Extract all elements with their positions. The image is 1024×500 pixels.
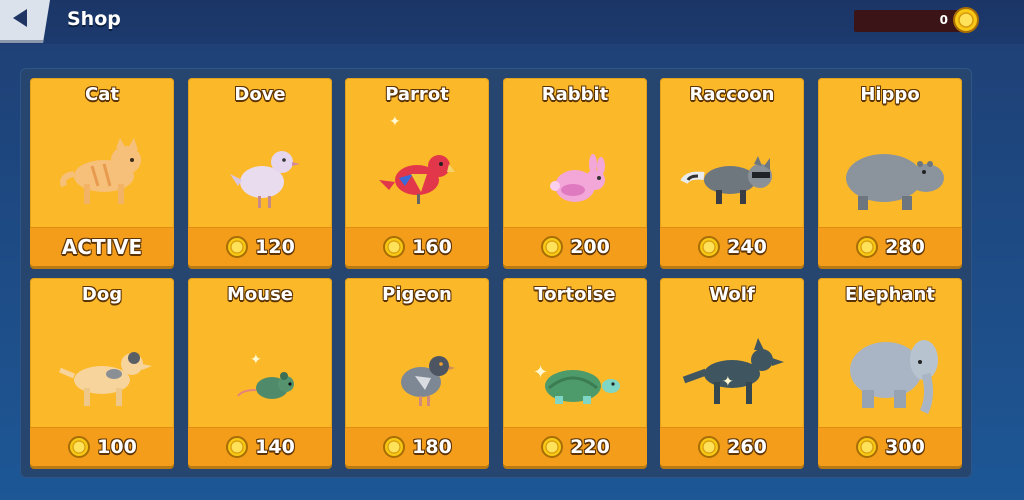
price-value: 100 xyxy=(97,436,137,458)
active-label: ACTIVE xyxy=(61,235,143,259)
parrot-icon: ✦ xyxy=(355,114,479,224)
coin-count: 0 xyxy=(939,13,948,27)
card-footer: 160 xyxy=(345,227,489,266)
price-value: 120 xyxy=(255,236,295,258)
card-footer: 100 xyxy=(30,427,174,466)
price-tag: 260 xyxy=(660,435,804,459)
card-footer: 260 xyxy=(660,427,804,466)
coin-icon xyxy=(383,236,406,258)
elephant-icon xyxy=(828,316,952,424)
price-tag: 300 xyxy=(818,435,962,459)
coin-icon xyxy=(856,436,879,458)
shop-card-dove[interactable]: Dove 120 xyxy=(188,78,332,266)
price-tag: 280 xyxy=(818,235,962,259)
price-value: 300 xyxy=(885,436,925,458)
price-tag: 240 xyxy=(660,235,804,259)
price-value: 220 xyxy=(570,436,610,458)
coin-icon xyxy=(856,236,879,258)
mouse-icon: ✦ xyxy=(198,316,322,424)
back-arrow-icon xyxy=(13,9,27,27)
price-value: 280 xyxy=(885,236,925,258)
price-tag: 220 xyxy=(503,435,647,459)
shop-card-hippo[interactable]: Hippo 280 xyxy=(818,78,962,266)
hippo-icon xyxy=(828,116,952,224)
shop-card-tortoise[interactable]: Tortoise ✦ 220 xyxy=(503,278,647,466)
price-value: 260 xyxy=(727,436,767,458)
shop-panel: Cat ACTIVE Dove 120 Parrot ✦ 160 Rabbit … xyxy=(20,68,972,478)
price-tag: 120 xyxy=(188,235,332,259)
animal-name: Pigeon xyxy=(382,284,452,305)
card-footer: 280 xyxy=(818,227,962,266)
card-footer: 180 xyxy=(345,427,489,466)
price-tag: 140 xyxy=(188,435,332,459)
coin-icon xyxy=(226,236,249,258)
coin-icon xyxy=(541,436,564,458)
coin-icon xyxy=(698,236,721,258)
shop-card-cat[interactable]: Cat ACTIVE xyxy=(30,78,174,266)
price-tag: 200 xyxy=(503,235,647,259)
coin-balance: 0 xyxy=(854,7,979,33)
shop-card-dog[interactable]: Dog 100 xyxy=(30,278,174,466)
card-footer: 140 xyxy=(188,427,332,466)
shop-card-elephant[interactable]: Elephant 300 xyxy=(818,278,962,466)
pigeon-icon xyxy=(355,316,479,424)
card-footer: ACTIVE xyxy=(30,227,174,266)
animal-name: Dog xyxy=(81,284,123,305)
wolf-icon: ✦ xyxy=(670,316,794,424)
page-title: Shop xyxy=(67,8,121,30)
card-footer: 120 xyxy=(188,227,332,266)
animal-name: Parrot xyxy=(385,84,449,105)
animal-name: Cat xyxy=(85,84,119,105)
shop-card-mouse[interactable]: Mouse ✦ 140 xyxy=(188,278,332,466)
coin-icon xyxy=(226,436,249,458)
dog-icon xyxy=(40,316,164,424)
tortoise-icon: ✦ xyxy=(513,316,637,424)
animal-name: Wolf xyxy=(709,284,755,305)
price-value: 240 xyxy=(727,236,767,258)
price-tag: 160 xyxy=(345,235,489,259)
shop-card-pigeon[interactable]: Pigeon 180 xyxy=(345,278,489,466)
animal-name: Tortoise xyxy=(534,284,616,305)
animal-name: Dove xyxy=(234,84,286,105)
price-value: 160 xyxy=(412,236,452,258)
price-value: 180 xyxy=(412,436,452,458)
shop-card-raccoon[interactable]: Raccoon 240 xyxy=(660,78,804,266)
coin-icon xyxy=(383,436,406,458)
coin-icon xyxy=(68,436,91,458)
shop-card-parrot[interactable]: Parrot ✦ 160 xyxy=(345,78,489,266)
back-button[interactable] xyxy=(0,0,50,43)
animal-name: Elephant xyxy=(845,284,935,305)
shop-card-rabbit[interactable]: Rabbit 200 xyxy=(503,78,647,266)
card-footer: 220 xyxy=(503,427,647,466)
top-bar: Shop 0 xyxy=(0,0,1024,44)
coin-icon xyxy=(541,236,564,258)
coin-icon xyxy=(953,7,979,33)
animal-name: Rabbit xyxy=(541,84,609,105)
card-footer: 200 xyxy=(503,227,647,266)
card-footer: 240 xyxy=(660,227,804,266)
shop-card-wolf[interactable]: Wolf ✦ 260 xyxy=(660,278,804,466)
coin-icon xyxy=(698,436,721,458)
animal-name: Hippo xyxy=(860,84,920,105)
cat-icon xyxy=(40,116,164,224)
price-tag: 180 xyxy=(345,435,489,459)
price-tag: 100 xyxy=(30,435,174,459)
price-value: 200 xyxy=(570,236,610,258)
animal-name: Mouse xyxy=(226,284,293,305)
rabbit-icon xyxy=(513,116,637,224)
card-footer: 300 xyxy=(818,427,962,466)
raccoon-icon xyxy=(670,116,794,224)
dove-icon xyxy=(198,116,322,224)
price-value: 140 xyxy=(255,436,295,458)
animal-name: Raccoon xyxy=(689,84,775,105)
